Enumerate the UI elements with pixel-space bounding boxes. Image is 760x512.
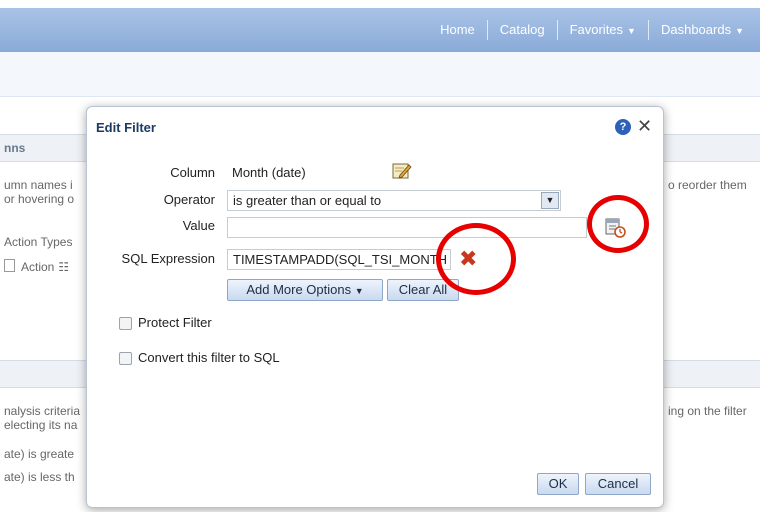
nav-home[interactable]: Home	[428, 20, 487, 40]
close-icon[interactable]: ✕	[637, 116, 652, 136]
chevron-down-icon: ▼	[627, 26, 636, 36]
add-more-options-label: Add More Options	[246, 282, 352, 297]
action-list-item[interactable]: Action ☷	[4, 259, 69, 274]
pencil-edit-icon[interactable]	[392, 162, 412, 180]
filter-item[interactable]: ate) is less th	[4, 470, 75, 484]
protect-filter-checkbox[interactable]	[119, 317, 132, 330]
chevron-down-icon: ▼	[735, 26, 744, 36]
chevron-down-icon[interactable]: ▼	[541, 192, 559, 209]
value-input[interactable]	[227, 217, 587, 238]
section-title-columns: nns	[4, 141, 26, 155]
convert-to-sql-label: Convert this filter to SQL	[138, 350, 280, 365]
bg-text-line: nalysis criteria	[4, 404, 81, 418]
column-value: Month (date)	[232, 165, 306, 180]
dialog-title: Edit Filter	[96, 120, 156, 135]
value-label: Value	[182, 218, 215, 233]
top-navigation-bar: Home Catalog Favorites ▼ Dashboards ▼	[0, 8, 760, 52]
column-label: Column	[170, 165, 215, 180]
protect-filter-label: Protect Filter	[138, 315, 212, 330]
help-icon[interactable]: ?	[615, 119, 631, 135]
cancel-button[interactable]: Cancel	[585, 473, 651, 495]
bg-text-line: o reorder them	[668, 178, 747, 192]
action-types-label: Action Types	[4, 235, 73, 249]
filter-item[interactable]: ate) is greate	[4, 447, 74, 461]
operator-selected-value: is greater than or equal to	[233, 193, 382, 208]
list-icon: ☷	[58, 260, 70, 274]
sql-expression-label: SQL Expression	[121, 251, 215, 266]
bg-text-line: ing on the filter	[668, 404, 747, 418]
add-more-options-button[interactable]: Add More Options ▼	[227, 279, 383, 301]
convert-to-sql-checkbox[interactable]	[119, 352, 132, 365]
nav-catalog[interactable]: Catalog	[486, 20, 557, 40]
annotation-circle	[587, 195, 649, 253]
bg-text-line: umn names i	[4, 178, 73, 192]
action-icon	[4, 259, 15, 272]
nav-dashboards[interactable]: Dashboards ▼	[647, 20, 756, 40]
nav-favorites[interactable]: Favorites ▼	[556, 20, 648, 40]
sql-expression-input[interactable]: TIMESTAMPADD(SQL_TSI_MONTH	[227, 249, 451, 270]
edit-filter-dialog: Edit Filter ? ✕ Column Month (date) Oper…	[86, 106, 664, 508]
nav-dashboards-label: Dashboards	[660, 22, 732, 37]
operator-label: Operator	[163, 192, 215, 207]
chevron-down-icon: ▼	[354, 286, 364, 296]
annotation-circle	[436, 223, 516, 295]
global-nav: Home Catalog Favorites ▼ Dashboards ▼	[428, 8, 756, 52]
bg-text-line: electing its na	[4, 418, 78, 432]
action-label: Action	[21, 260, 55, 274]
bg-text-line: or hovering o	[4, 192, 75, 206]
toolbar-strip	[0, 52, 760, 97]
operator-select[interactable]: is greater than or equal to ▼	[227, 190, 561, 211]
ok-button[interactable]: OK	[537, 473, 579, 495]
nav-favorites-label: Favorites	[569, 22, 624, 37]
